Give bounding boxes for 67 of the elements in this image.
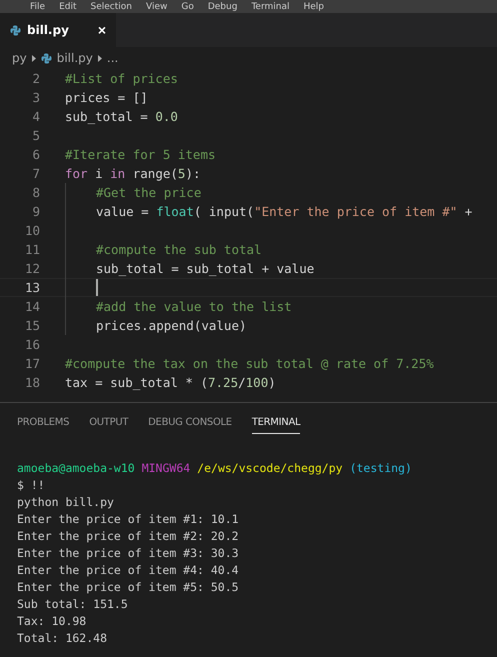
panel-tab[interactable]: OUTPUT (89, 415, 128, 434)
terminal-line: Sub total: 151.5 (17, 596, 129, 613)
line-number: 11 (24, 242, 40, 257)
close-button[interactable]: × (98, 22, 106, 38)
breadcrumb-item[interactable]: bill.py (56, 51, 93, 65)
line-number: 5 (31, 128, 40, 143)
line-number: 12 (24, 261, 40, 276)
line-number: 14 (24, 299, 40, 314)
code-text: sub_total = 0.0 (65, 109, 178, 124)
menu-item[interactable]: Edit (59, 2, 76, 13)
panel-tab[interactable]: DEBUG CONSOLE (148, 415, 232, 434)
line-number: 15 (24, 318, 40, 333)
line-number: 17 (24, 356, 40, 371)
menu-item[interactable]: File (30, 2, 46, 13)
python-file-icon (10, 24, 21, 36)
menu-item[interactable]: View (146, 2, 168, 13)
prompt-text: MINGW64 (142, 460, 190, 477)
code-text: prices = [] (65, 90, 148, 105)
line-number: 6 (31, 147, 40, 162)
terminal-line: $ !! (17, 477, 46, 494)
code-text: #add the value to the list (96, 299, 292, 314)
code-text: #compute the sub total (96, 242, 262, 257)
line-number: 2 (31, 71, 40, 86)
panel-tab[interactable]: TERMINAL (252, 415, 300, 434)
menu-item[interactable]: Terminal (251, 2, 290, 13)
code-text: for i in range(5): (65, 166, 200, 181)
code-text: tax = sub_total * (7.25/100) (65, 375, 276, 390)
code-text: #Get the price (96, 185, 202, 200)
line-number: 13 (24, 280, 40, 295)
panel-tab[interactable]: PROBLEMS (17, 415, 70, 434)
prompt-text: /e/ws/vscode/chegg/py (197, 460, 343, 477)
python-file-icon (40, 52, 52, 64)
prompt-text: (testing) (350, 460, 412, 477)
line-number: 18 (24, 375, 40, 390)
chevron-icon (98, 54, 102, 62)
editor-tab[interactable]: bill.py × (0, 13, 116, 47)
chevron-icon (32, 54, 36, 62)
text-cursor (96, 279, 98, 296)
prompt-text: amoeba@amoeba-w10 (17, 460, 135, 477)
line-number: 9 (31, 204, 40, 219)
terminal-line: Enter the price of item #3: 30.3 (17, 545, 240, 562)
terminal-line: python bill.py (17, 494, 115, 511)
menu-item[interactable]: Go (181, 2, 194, 13)
code-text: #Iterate for 5 items (65, 147, 216, 162)
code-text: sub_total = sub_total + value (96, 261, 314, 276)
terminal-line: Enter the price of item #2: 20.2 (17, 528, 240, 545)
menu-item[interactable]: Debug (208, 2, 238, 13)
terminal-line: Enter the price of item #4: 40.4 (17, 562, 240, 579)
line-number: 7 (31, 166, 40, 181)
menu-item[interactable]: Selection (90, 2, 132, 13)
terminal-line: Tax: 10.98 (17, 613, 88, 630)
breadcrumb-item[interactable]: py (12, 51, 27, 65)
breadcrumb-item[interactable]: ... (106, 51, 118, 65)
menu-item[interactable]: Help (303, 2, 324, 13)
line-number: 3 (31, 90, 40, 105)
tab-label: bill.py (27, 23, 70, 37)
code-text: #List of prices (65, 71, 178, 86)
code-text: value = float( input("Enter the price of item #" + (96, 204, 472, 219)
terminal-line: Enter the price of item #5: 50.5 (17, 579, 240, 596)
line-number: 16 (24, 337, 40, 352)
terminal-line: Enter the price of item #1: 10.1 (17, 511, 240, 528)
line-number: 8 (31, 185, 40, 200)
line-number: 4 (31, 109, 40, 124)
terminal-line: Total: 162.48 (17, 630, 108, 647)
code-text: prices.append(value) (96, 318, 247, 333)
code-text: #compute the tax on the sub total @ rate of 7.25% (65, 356, 434, 371)
line-number: 10 (24, 223, 40, 238)
